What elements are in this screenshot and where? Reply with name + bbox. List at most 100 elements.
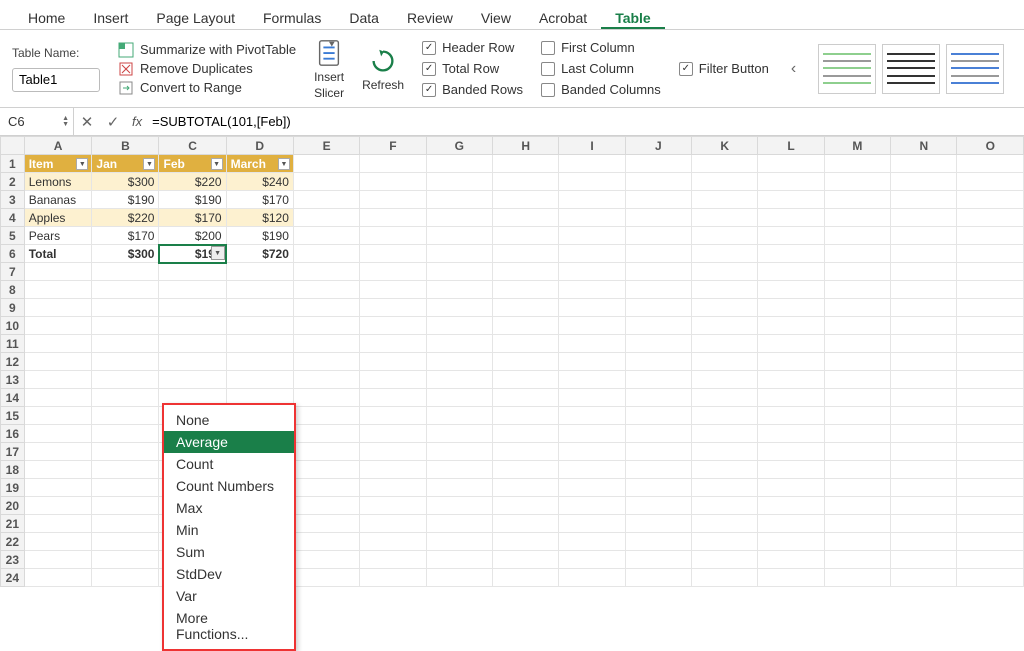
filter-icon[interactable]: ▼ <box>76 158 88 170</box>
insert-slicer-button[interactable]: Insert Slicer <box>314 38 344 100</box>
tab-insert[interactable]: Insert <box>79 6 142 29</box>
cell[interactable] <box>559 425 625 443</box>
cell[interactable] <box>758 497 824 515</box>
cell[interactable] <box>492 389 558 407</box>
cell[interactable] <box>625 533 691 551</box>
dropdown-item-count-numbers[interactable]: Count Numbers <box>164 475 294 497</box>
cell[interactable] <box>24 263 92 281</box>
cell[interactable] <box>625 425 691 443</box>
cell[interactable] <box>426 389 492 407</box>
row-header[interactable]: 5 <box>1 227 25 245</box>
cell[interactable] <box>692 515 758 533</box>
cell[interactable] <box>24 443 92 461</box>
row-header[interactable]: 23 <box>1 551 25 569</box>
cell[interactable] <box>957 299 1024 317</box>
table-cell[interactable]: $200 <box>159 227 226 245</box>
cell[interactable] <box>824 497 890 515</box>
table-cell[interactable]: Lemons <box>24 173 92 191</box>
cell[interactable] <box>692 209 758 227</box>
cell[interactable] <box>625 371 691 389</box>
cell[interactable] <box>891 515 957 533</box>
cell[interactable] <box>824 155 890 173</box>
table-header-feb[interactable]: Feb▼ <box>159 155 226 173</box>
row-header[interactable]: 9 <box>1 299 25 317</box>
cell[interactable] <box>625 191 691 209</box>
summarize-pivot-button[interactable]: Summarize with PivotTable <box>118 42 296 58</box>
cell[interactable] <box>293 371 359 389</box>
table-cell[interactable]: $170 <box>92 227 159 245</box>
cell[interactable] <box>559 191 625 209</box>
cell[interactable] <box>159 371 226 389</box>
cell[interactable] <box>360 425 426 443</box>
cell[interactable] <box>625 155 691 173</box>
cell[interactable] <box>24 353 92 371</box>
cell[interactable] <box>692 569 758 587</box>
fx-icon[interactable]: fx <box>126 114 148 129</box>
cell[interactable] <box>426 209 492 227</box>
row-header[interactable]: 19 <box>1 479 25 497</box>
cell[interactable] <box>891 533 957 551</box>
cell[interactable] <box>625 335 691 353</box>
column-header-I[interactable]: I <box>559 137 625 155</box>
cell[interactable] <box>824 281 890 299</box>
dropdown-item-none[interactable]: None <box>164 409 294 431</box>
cell[interactable] <box>891 299 957 317</box>
cell[interactable] <box>492 407 558 425</box>
cell[interactable] <box>559 569 625 587</box>
cell[interactable] <box>692 335 758 353</box>
dropdown-item-count[interactable]: Count <box>164 453 294 475</box>
cell[interactable] <box>625 317 691 335</box>
cell[interactable] <box>293 245 359 263</box>
cell[interactable] <box>824 371 890 389</box>
cell[interactable] <box>891 551 957 569</box>
column-header-E[interactable]: E <box>293 137 359 155</box>
cell[interactable] <box>692 245 758 263</box>
dropdown-item-max[interactable]: Max <box>164 497 294 519</box>
cell[interactable] <box>24 461 92 479</box>
total-dropdown-button[interactable]: ▼ <box>211 246 225 260</box>
cell[interactable] <box>758 317 824 335</box>
column-header-D[interactable]: D <box>226 137 293 155</box>
row-header[interactable]: 13 <box>1 371 25 389</box>
cell[interactable] <box>360 371 426 389</box>
cell[interactable] <box>891 353 957 371</box>
cell[interactable] <box>24 335 92 353</box>
cell[interactable] <box>293 209 359 227</box>
cell[interactable] <box>293 281 359 299</box>
cell[interactable] <box>293 191 359 209</box>
column-header-L[interactable]: L <box>758 137 824 155</box>
cell[interactable] <box>293 479 359 497</box>
table-header-jan[interactable]: Jan▼ <box>92 155 159 173</box>
cell[interactable] <box>559 353 625 371</box>
cell[interactable] <box>492 317 558 335</box>
cell[interactable] <box>625 479 691 497</box>
cell[interactable] <box>957 569 1024 587</box>
cell[interactable] <box>159 299 226 317</box>
remove-duplicates-button[interactable]: Remove Duplicates <box>118 61 296 77</box>
accept-formula-button[interactable]: ✓ <box>100 113 126 131</box>
row-header[interactable]: 18 <box>1 461 25 479</box>
cell[interactable] <box>559 443 625 461</box>
row-header[interactable]: 6 <box>1 245 25 263</box>
cell[interactable] <box>758 533 824 551</box>
cell[interactable] <box>692 227 758 245</box>
table-style-black[interactable] <box>882 44 940 94</box>
cell[interactable] <box>226 335 293 353</box>
cell[interactable] <box>758 551 824 569</box>
cell[interactable] <box>360 227 426 245</box>
cell[interactable] <box>758 335 824 353</box>
cell[interactable] <box>891 317 957 335</box>
header-row-check[interactable]: Header Row <box>422 40 523 55</box>
tab-table[interactable]: Table <box>601 6 665 29</box>
cell[interactable] <box>24 281 92 299</box>
column-header-J[interactable]: J <box>625 137 691 155</box>
cell[interactable] <box>24 497 92 515</box>
cell[interactable] <box>692 479 758 497</box>
cell[interactable] <box>426 371 492 389</box>
cell[interactable] <box>360 479 426 497</box>
cell[interactable] <box>492 299 558 317</box>
cell[interactable] <box>824 173 890 191</box>
tab-review[interactable]: Review <box>393 6 467 29</box>
cell[interactable] <box>957 443 1024 461</box>
tab-home[interactable]: Home <box>14 6 79 29</box>
